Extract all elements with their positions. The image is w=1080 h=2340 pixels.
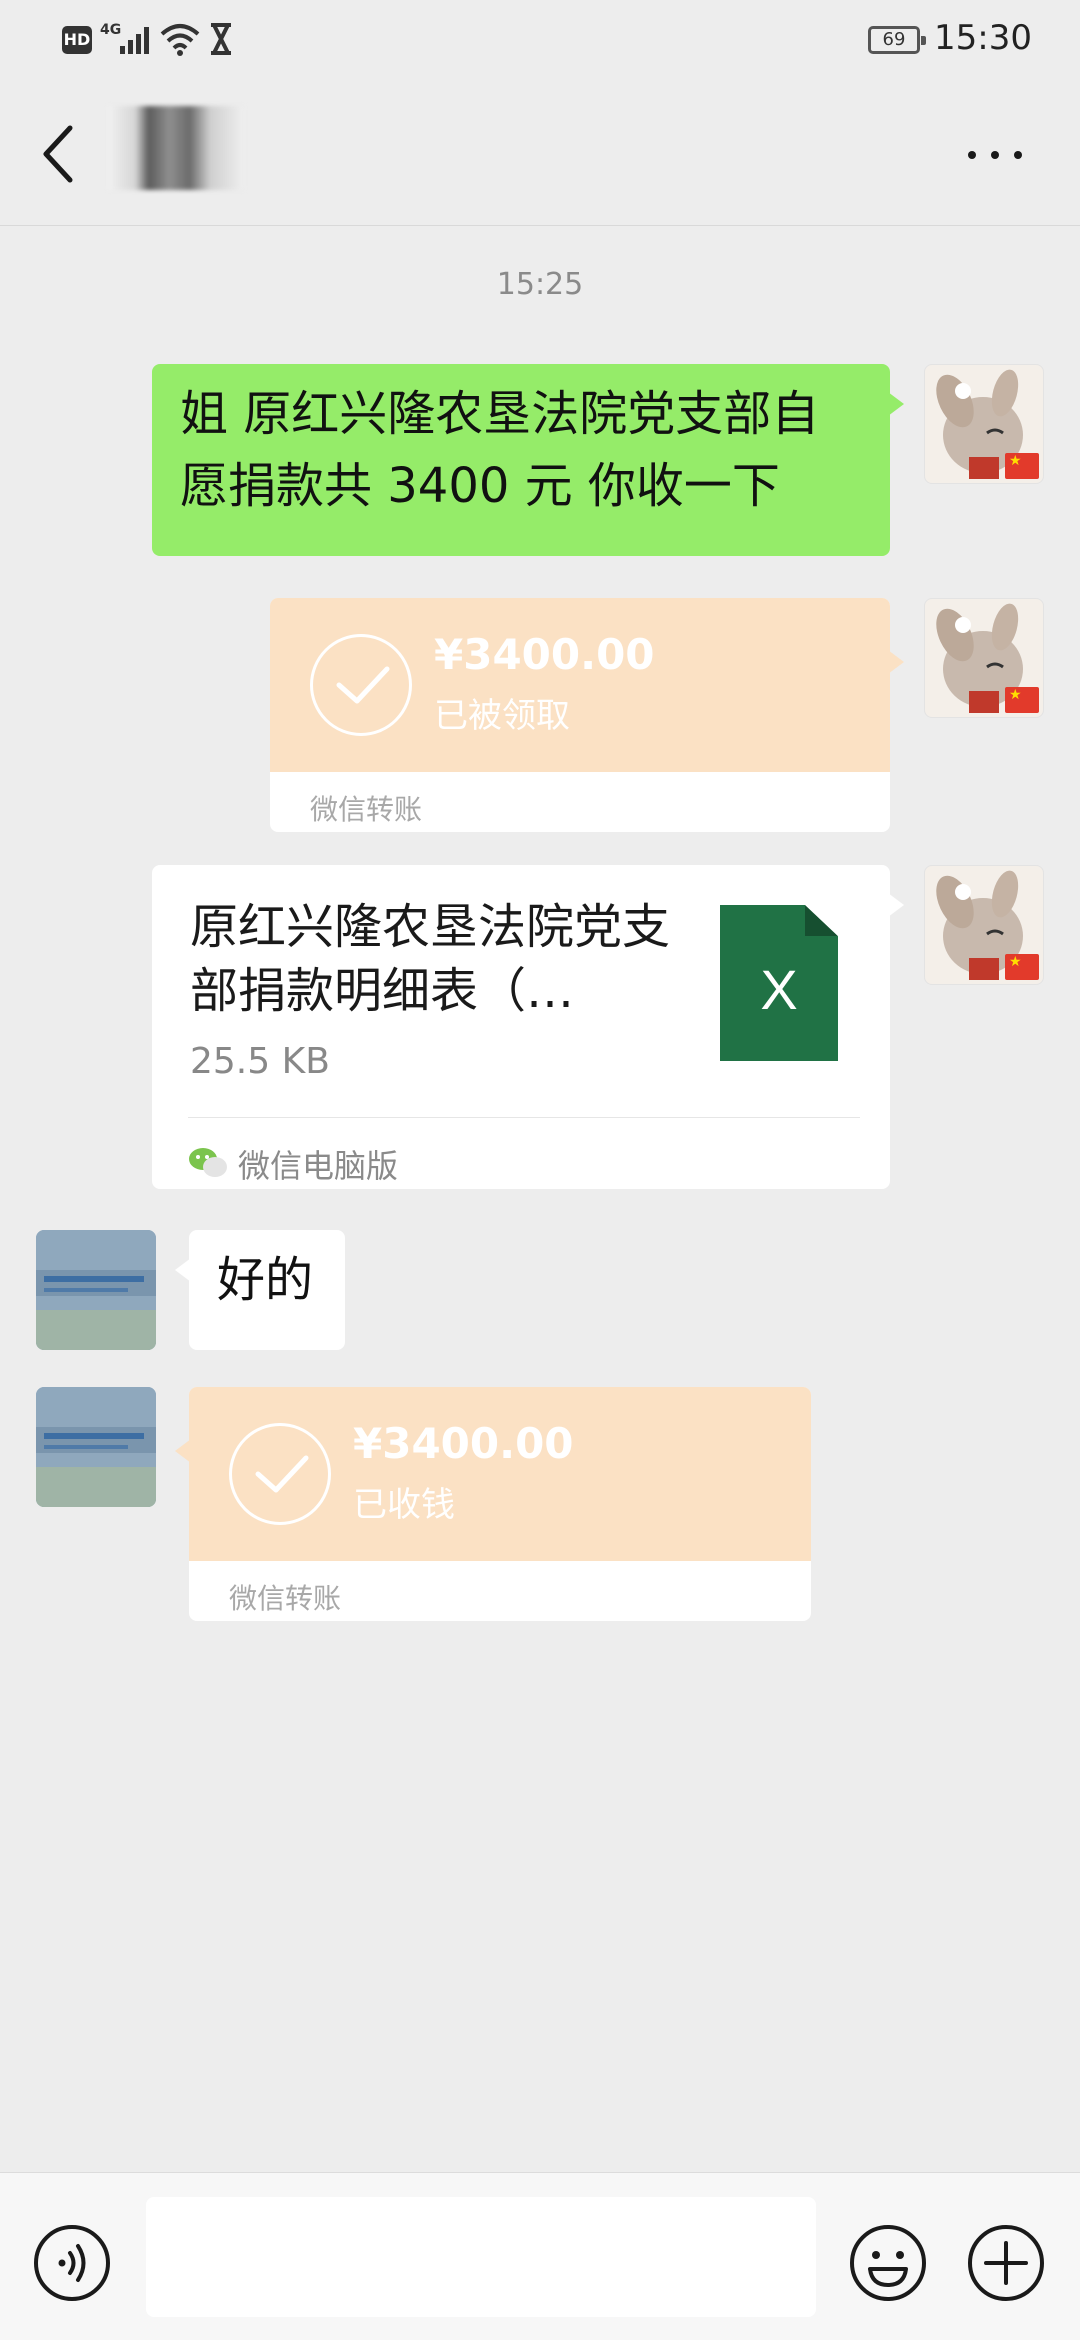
hd-indicator: HD <box>62 26 92 54</box>
transfer-footer: 微信转账 <box>229 1582 342 1615</box>
wifi-icon <box>160 24 200 56</box>
message-bubble-text[interactable]: 姐 原红兴隆农垦法院党支部自愿捐款共 3400 元 你收一下 <box>152 364 904 556</box>
check-icon <box>229 1423 331 1525</box>
back-arrow-icon <box>43 125 73 183</box>
more-icon <box>968 151 976 159</box>
file-size: 25.5 KB <box>190 1041 330 1082</box>
message-text: 好的 <box>217 1252 314 1308</box>
message-text: 姐 原红兴隆农垦法院党支部自愿捐款共 3400 元 你收一下 <box>180 386 820 514</box>
voice-icon <box>34 2225 110 2301</box>
emoji-icon <box>850 2225 926 2301</box>
divider <box>188 1117 860 1118</box>
self-avatar[interactable] <box>924 865 1044 985</box>
transfer-card-sent[interactable]: ¥3400.00 已被领取 微信转账 <box>270 598 904 832</box>
self-avatar[interactable] <box>924 598 1044 718</box>
message-timestamp: 15:25 <box>496 267 584 302</box>
transfer-amount: ¥3400.00 <box>434 630 655 679</box>
clock: 15:30 <box>934 18 1032 58</box>
emoji-button[interactable] <box>848 2223 928 2303</box>
chat-header <box>0 80 1080 226</box>
transfer-status: 已被领取 <box>434 696 570 736</box>
wechat-icon <box>189 1148 227 1177</box>
contact-avatar-image <box>36 1230 156 1350</box>
battery-indicator: 69 <box>868 26 926 54</box>
signal-icon <box>120 27 149 54</box>
flag-badge <box>1005 954 1039 980</box>
transfer-status: 已收钱 <box>353 1485 455 1525</box>
hourglass-icon <box>211 23 231 55</box>
transfer-amount: ¥3400.00 <box>353 1419 574 1468</box>
transfer-card-received[interactable]: ¥3400.00 已收钱 微信转账 <box>175 1387 811 1621</box>
file-message-card[interactable]: 原红兴隆农垦法院党支部捐款明细表（… 25.5 KB X 微信电脑版 <box>152 865 904 1189</box>
message-list[interactable]: 15:25 姐 原红兴隆农垦法院党支部自愿捐款共 3400 元 你收一下 ¥34… <box>0 227 1080 2172</box>
contact-avatar[interactable] <box>36 1387 156 1507</box>
contact-name-blurred[interactable] <box>108 106 244 190</box>
plus-icon <box>968 2225 1044 2301</box>
message-bubble-text[interactable]: 好的 <box>175 1230 345 1350</box>
flag-badge <box>1005 687 1039 713</box>
flag-badge <box>1005 453 1039 479</box>
file-name: 原红兴隆农垦法院党支部捐款明细表（… <box>190 899 671 1019</box>
contact-avatar-image <box>36 1387 156 1507</box>
contact-avatar[interactable] <box>36 1230 156 1350</box>
file-source: 微信电脑版 <box>238 1147 399 1185</box>
more-functions-button[interactable] <box>966 2223 1046 2303</box>
input-bar <box>0 2172 1080 2340</box>
check-icon <box>310 634 412 736</box>
self-avatar[interactable] <box>924 364 1044 484</box>
back-button[interactable] <box>34 120 94 190</box>
message-input[interactable] <box>146 2197 816 2317</box>
transfer-footer: 微信转账 <box>310 793 423 826</box>
status-bar: HD 4G 69 15:30 <box>0 0 1080 80</box>
more-button[interactable] <box>960 134 1030 174</box>
excel-file-icon: X <box>720 905 838 1061</box>
voice-button[interactable] <box>32 2223 112 2303</box>
